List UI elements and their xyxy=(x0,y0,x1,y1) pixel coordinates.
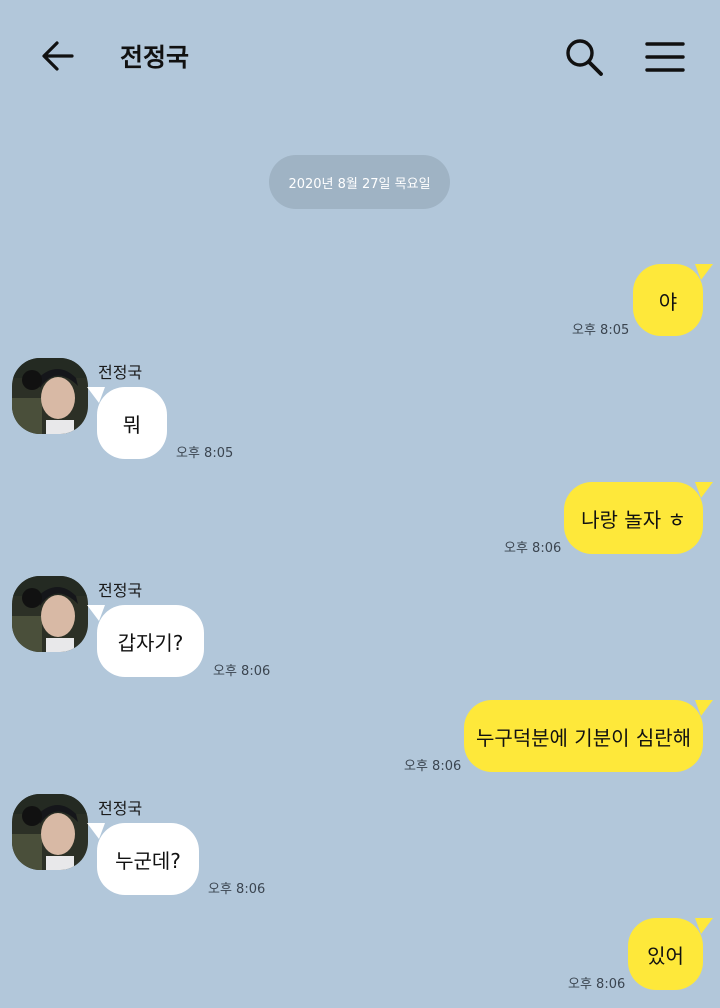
arrow-left-icon xyxy=(42,41,74,71)
bubble-tail xyxy=(695,700,713,716)
bubble-tail xyxy=(695,264,713,280)
message-text: 누군데? xyxy=(115,848,181,873)
their-message-bubble[interactable]: 갑자기? xyxy=(87,605,204,677)
chat-header: 전정국 xyxy=(0,0,720,112)
avatar[interactable] xyxy=(12,576,88,652)
my-message-bubble[interactable]: 나랑 놀자 ㅎ xyxy=(564,482,713,554)
message-text: 있어 xyxy=(647,943,684,968)
message-time: 오후 8:06 xyxy=(504,541,562,556)
date-divider: 2020년 8월 27일 목요일 xyxy=(269,155,450,209)
bubble-tail xyxy=(87,823,105,839)
search-button[interactable] xyxy=(558,32,610,82)
hamburger-menu-icon xyxy=(645,42,685,72)
message-text: 누구덕분에 기분이 심란해 xyxy=(475,725,692,750)
avatar[interactable] xyxy=(12,794,88,870)
bubble-tail xyxy=(695,918,713,934)
sender-name: 전정국 xyxy=(98,799,143,818)
sender-name: 전정국 xyxy=(98,363,143,382)
bubble-tail xyxy=(87,387,105,403)
message-time: 오후 8:06 xyxy=(213,664,271,679)
menu-button[interactable] xyxy=(640,32,690,82)
their-message-bubble[interactable]: 뭐 xyxy=(87,387,167,459)
message-time: 오후 8:05 xyxy=(572,323,630,338)
my-message-bubble[interactable]: 누구덕분에 기분이 심란해 xyxy=(464,700,713,772)
avatar[interactable] xyxy=(12,358,88,434)
bubble-tail xyxy=(87,605,105,621)
avatar-photo xyxy=(12,576,88,652)
sender-name: 전정국 xyxy=(98,581,143,600)
chat-title: 전정국 xyxy=(120,43,190,72)
message-time: 오후 8:06 xyxy=(404,759,462,774)
message-time: 오후 8:05 xyxy=(176,446,234,461)
message-time: 오후 8:06 xyxy=(208,882,266,897)
avatar-photo xyxy=(12,794,88,870)
my-message-bubble[interactable]: 있어 xyxy=(628,918,713,990)
message-text: 뭐 xyxy=(122,412,142,437)
their-message-bubble[interactable]: 누군데? xyxy=(87,823,199,895)
search-icon xyxy=(566,39,603,76)
message-text: 나랑 놀자 ㅎ xyxy=(581,507,686,532)
back-button[interactable] xyxy=(34,34,82,78)
message-text: 야 xyxy=(658,289,678,314)
message-text: 갑자기? xyxy=(117,630,184,655)
bubble-tail xyxy=(695,482,713,498)
message-time: 오후 8:06 xyxy=(568,977,626,992)
avatar-photo xyxy=(12,358,88,434)
my-message-bubble[interactable]: 야 xyxy=(633,264,713,336)
